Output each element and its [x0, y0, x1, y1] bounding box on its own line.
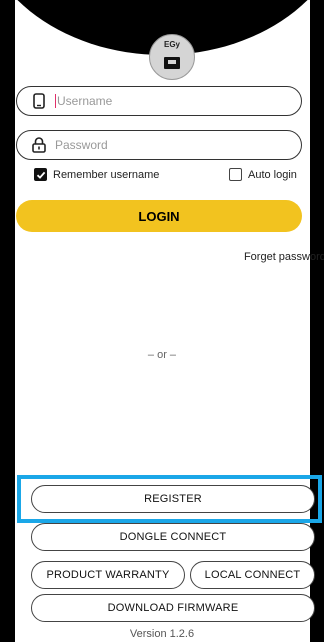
version-label: Version 1.2.6 [129, 628, 195, 640]
username-input[interactable] [57, 94, 277, 108]
password-field[interactable] [16, 130, 302, 160]
auto-login-label: Auto login [248, 168, 297, 181]
app-logo: EGy [149, 34, 195, 80]
remember-username-row[interactable]: Remember username [34, 168, 159, 181]
logo-device-icon [164, 57, 180, 69]
product-warranty-button[interactable]: PRODUCT WARRANTY [31, 561, 185, 589]
phone-icon [29, 91, 49, 111]
or-separator: – or – [147, 349, 177, 361]
auto-login-row[interactable]: Auto login [229, 168, 297, 181]
login-button[interactable]: LOGIN [16, 200, 302, 232]
logo-text: EGy [163, 40, 180, 49]
password-input[interactable] [55, 138, 275, 152]
username-field[interactable] [16, 86, 302, 116]
forget-password-link[interactable]: Forget password? [132, 251, 324, 263]
local-connect-button[interactable]: LOCAL CONNECT [190, 561, 315, 589]
remember-username-label: Remember username [53, 168, 160, 181]
register-button[interactable]: REGISTER [31, 485, 315, 513]
dongle-connect-button[interactable]: DONGLE CONNECT [31, 523, 315, 551]
text-caret [55, 94, 56, 108]
remember-username-checkbox[interactable] [34, 168, 47, 181]
lock-icon [29, 135, 49, 155]
auto-login-checkbox[interactable] [229, 168, 242, 181]
download-firmware-button[interactable]: DOWNLOAD FIRMWARE [31, 594, 315, 622]
